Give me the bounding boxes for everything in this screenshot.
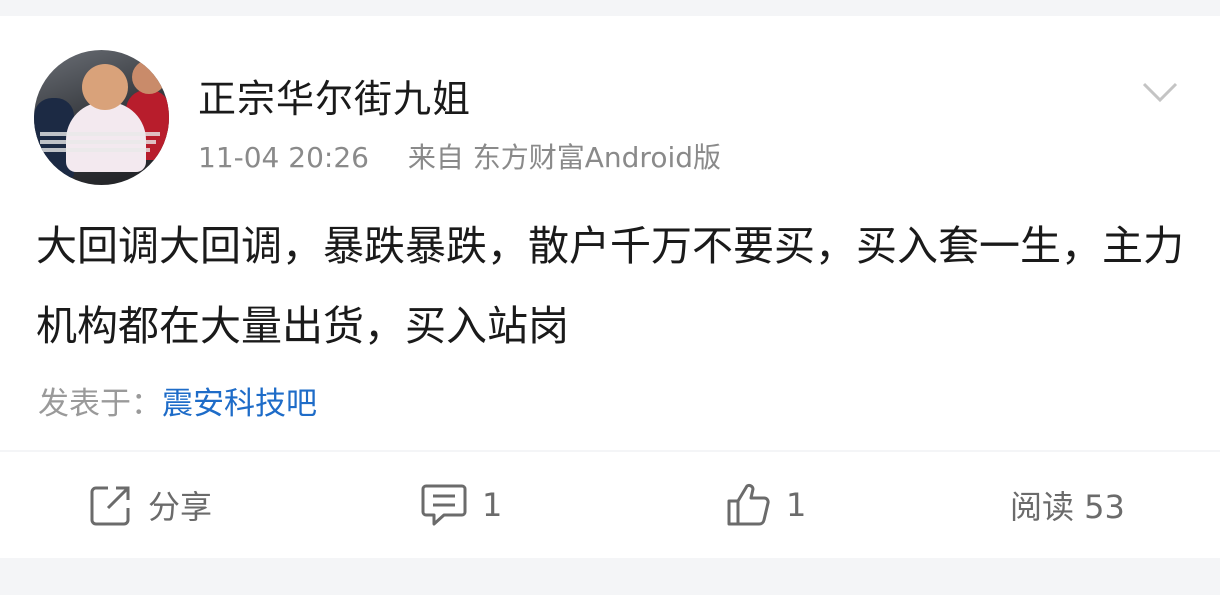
posted-in: 发表于：震安科技吧 <box>38 378 317 423</box>
username[interactable]: 正宗华尔街九姐 <box>198 68 471 123</box>
action-bar: 分享 1 1 阅读 53 <box>0 452 1220 558</box>
like-button[interactable]: 1 <box>724 452 806 558</box>
read-count: 阅读 53 <box>1010 452 1125 558</box>
posted-in-label: 发表于： <box>38 386 162 422</box>
share-button[interactable]: 分享 <box>88 452 212 558</box>
post-card: 正宗华尔街九姐 11-04 20:26 来自 东方财富Android版 大回调大… <box>0 16 1220 450</box>
share-label: 分享 <box>148 488 213 526</box>
share-icon <box>88 482 134 528</box>
like-count: 1 <box>786 486 807 524</box>
post-meta: 11-04 20:26 来自 东方财富Android版 <box>198 136 721 176</box>
post-content: 大回调大回调，暴跌暴跌，散户千万不要买，买入套一生，主力机构都在大量出货，买入站… <box>36 222 1184 350</box>
read-count-label: 阅读 53 <box>1010 488 1125 526</box>
thumbs-up-icon <box>724 482 772 528</box>
forum-link[interactable]: 震安科技吧 <box>162 386 317 422</box>
avatar[interactable] <box>34 50 169 185</box>
post-time: 11-04 20:26 <box>198 141 369 174</box>
chevron-down-icon[interactable] <box>1140 78 1180 108</box>
comment-count: 1 <box>482 486 503 524</box>
comment-icon <box>420 482 468 528</box>
post-source: 来自 东方财富Android版 <box>407 141 722 174</box>
comment-button[interactable]: 1 <box>420 452 502 558</box>
